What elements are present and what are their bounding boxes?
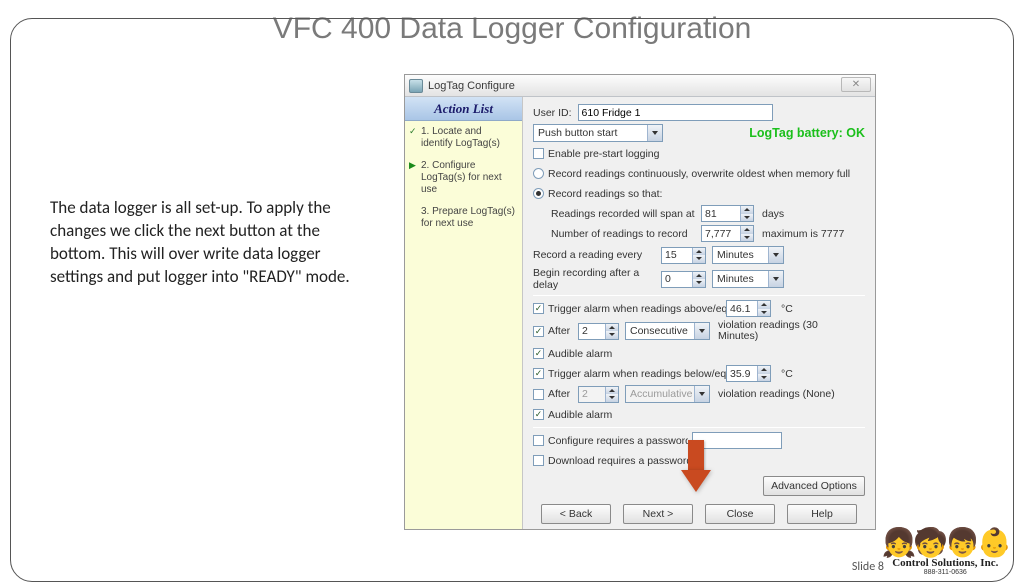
after-below-value: 2 xyxy=(578,386,619,403)
configure-pw-checkbox[interactable] xyxy=(533,435,544,446)
advanced-options-button[interactable]: Advanced Options xyxy=(763,476,865,496)
record-every-spinner[interactable]: 15 xyxy=(661,247,706,264)
after-above-checkbox[interactable] xyxy=(533,326,544,337)
record-every-unit-select[interactable]: Minutes xyxy=(712,246,784,264)
step-2[interactable]: ▶2. Configure LogTag(s) for next use xyxy=(405,155,522,201)
step-3[interactable]: 3. Prepare LogTag(s) for next use xyxy=(405,201,522,235)
after-above-mode-select[interactable]: Consecutive xyxy=(625,322,710,340)
slide-body-text: The data logger is all set-up. To apply … xyxy=(50,197,350,289)
delay-unit-select[interactable]: Minutes xyxy=(712,270,784,288)
next-button[interactable]: Next > xyxy=(623,504,693,524)
after-below-checkbox[interactable] xyxy=(533,389,544,400)
download-pw-checkbox[interactable] xyxy=(533,455,544,466)
check-icon: ✓ xyxy=(409,126,417,137)
slide-number: Slide 8 xyxy=(852,560,884,574)
dialog-titlebar[interactable]: LogTag Configure ✕ xyxy=(405,75,875,97)
footer-logo: 👧🧒👦👶 Control Solutions, Inc. 888-311-063… xyxy=(882,529,1009,576)
delay-spinner[interactable]: 0 xyxy=(661,271,706,288)
after-above-value[interactable]: 2 xyxy=(578,323,619,340)
attention-arrow-icon xyxy=(681,440,711,494)
userid-label: User ID: xyxy=(533,107,572,119)
company-name: Control Solutions, Inc. xyxy=(882,557,1009,569)
app-icon xyxy=(409,79,423,93)
audible-below-checkbox[interactable] xyxy=(533,409,544,420)
start-mode-select[interactable]: Push button start xyxy=(533,124,663,142)
enable-prestart-checkbox[interactable] xyxy=(533,148,544,159)
help-button[interactable]: Help xyxy=(787,504,857,524)
after-below-mode-select: Accumulative xyxy=(625,385,710,403)
dialog-title: LogTag Configure xyxy=(428,80,515,92)
divider xyxy=(533,427,865,428)
record-continuous-radio[interactable] xyxy=(533,168,544,179)
audible-above-checkbox[interactable] xyxy=(533,348,544,359)
sidebar-header: Action List xyxy=(405,97,522,121)
trigger-above-checkbox[interactable] xyxy=(533,303,544,314)
people-icon: 👧🧒👦👶 xyxy=(882,529,1009,557)
logtag-configure-dialog: LogTag Configure ✕ Action List ✓1. Locat… xyxy=(404,74,876,530)
record-so-that-radio[interactable] xyxy=(533,188,544,199)
back-button[interactable]: < Back xyxy=(541,504,611,524)
action-list-sidebar: Action List ✓1. Locate and identify LogT… xyxy=(405,97,523,529)
close-dialog-button[interactable]: Close xyxy=(705,504,775,524)
userid-field[interactable] xyxy=(578,104,773,121)
battery-status: LogTag battery: OK xyxy=(749,126,865,140)
dialog-main-panel: User ID: Push button start LogTag batter… xyxy=(523,97,875,529)
company-phone: 888-311-0636 xyxy=(882,569,1009,576)
numreadings-spinner[interactable]: 7,777 xyxy=(701,225,754,242)
trigger-above-value[interactable]: 46.1 xyxy=(726,300,771,317)
step-1[interactable]: ✓1. Locate and identify LogTag(s) xyxy=(405,121,522,155)
divider xyxy=(533,295,865,296)
close-button[interactable]: ✕ xyxy=(841,77,871,92)
span-spinner[interactable]: 81 xyxy=(701,205,754,222)
close-icon: ✕ xyxy=(852,79,860,90)
trigger-below-value[interactable]: 35.9 xyxy=(726,365,771,382)
arrow-right-icon: ▶ xyxy=(409,160,416,171)
trigger-below-checkbox[interactable] xyxy=(533,368,544,379)
chevron-down-icon xyxy=(647,125,662,141)
